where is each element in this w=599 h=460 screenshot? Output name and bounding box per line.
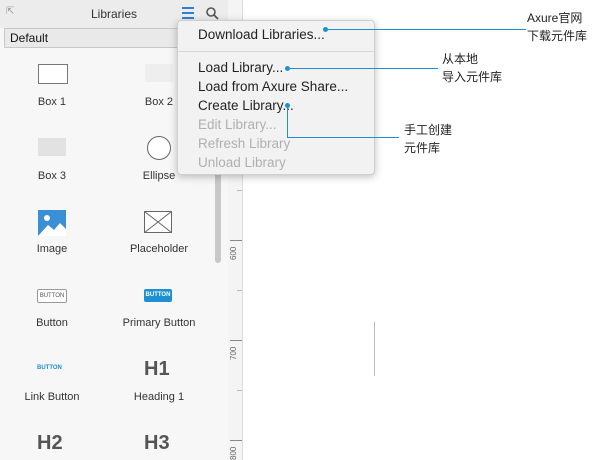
widget-box-3[interactable]: Box 3: [7, 136, 97, 188]
widget-button[interactable]: BUTTON Button: [7, 284, 97, 336]
link-button-thumbnail: BUTTON: [37, 365, 62, 371]
heading-2-thumbnail: H2: [37, 432, 63, 454]
annotation-load: 从本地 导入元件库: [442, 52, 503, 84]
ruler-label-600: 600: [229, 246, 238, 260]
box-2-thumbnail: [145, 64, 173, 82]
annotation-create: 手工创建 元件库: [404, 123, 453, 155]
menu-separator: [178, 51, 374, 52]
button-thumbnail: BUTTON: [37, 289, 67, 303]
placeholder-icon: [144, 211, 172, 233]
libraries-dropdown-menu: Download Libraries... Load Library... Lo…: [177, 20, 375, 175]
annotation-line: [287, 106, 288, 138]
widget-link-button[interactable]: BUTTON Link Button: [7, 358, 97, 410]
widget-primary-button[interactable]: BUTTON Primary Button: [114, 284, 204, 336]
box-1-thumbnail: [38, 64, 68, 84]
widget-label: Image: [36, 243, 68, 255]
ellipse-thumbnail: [147, 136, 171, 160]
widget-heading-3[interactable]: H3: [114, 432, 204, 460]
widget-label: Placeholder: [129, 243, 189, 255]
box-3-thumbnail: [38, 138, 66, 156]
widget-heading-2[interactable]: H2: [7, 432, 97, 460]
search-icon[interactable]: [206, 7, 219, 20]
annotation-line: [326, 29, 526, 30]
ruler-label-800: 800: [229, 446, 238, 460]
annotation-line: [288, 68, 438, 69]
widget-label: Heading 1: [133, 391, 185, 403]
annotation-line: [287, 137, 399, 138]
menu-item-unload-library: Unload Library: [198, 155, 286, 170]
menu-item-refresh-library: Refresh Library: [198, 136, 291, 151]
menu-item-load-library[interactable]: Load Library...: [198, 60, 283, 75]
widget-label: Button: [36, 317, 68, 329]
widget-heading-1[interactable]: H1 Heading 1: [114, 358, 204, 410]
widget-label: Primary Button: [122, 317, 196, 329]
hamburger-menu-icon[interactable]: [182, 7, 194, 19]
menu-item-download-libraries[interactable]: Download Libraries...: [198, 27, 325, 42]
menu-item-load-from-axure-share[interactable]: Load from Axure Share...: [198, 79, 348, 94]
widget-placeholder[interactable]: Placeholder: [114, 208, 204, 260]
annotation-download: Axure官网 下载元件库: [527, 11, 588, 43]
canvas-guide-line: [374, 322, 375, 376]
widget-label: Link Button: [24, 391, 80, 403]
widget-label: Box 3: [37, 170, 67, 182]
primary-button-thumbnail: BUTTON: [144, 289, 172, 302]
widget-label: Box 1: [37, 96, 67, 108]
menu-item-create-library[interactable]: Create Library...: [198, 98, 294, 113]
menu-item-edit-library: Edit Library...: [198, 117, 277, 132]
heading-1-thumbnail: H1: [144, 358, 170, 380]
image-icon: [38, 210, 66, 236]
widget-box-1[interactable]: Box 1: [7, 62, 97, 114]
heading-3-thumbnail: H3: [144, 432, 170, 454]
widget-image[interactable]: Image: [7, 208, 97, 260]
ruler-label-700: 700: [229, 346, 238, 360]
